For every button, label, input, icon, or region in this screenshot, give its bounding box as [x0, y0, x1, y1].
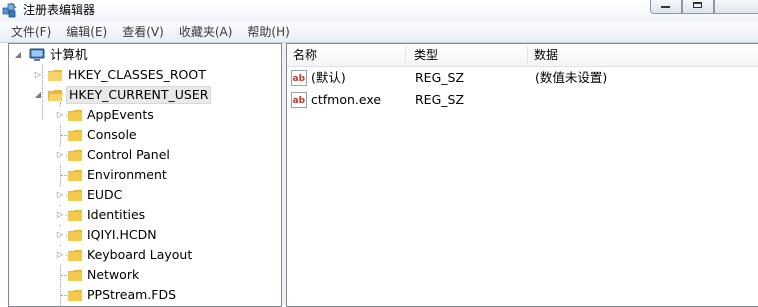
tree-node-child[interactable]: ▷ AppEvents	[9, 106, 279, 124]
expand-arrow-icon[interactable]: ▷	[55, 186, 65, 204]
close-button[interactable]	[714, 0, 758, 14]
menu-edit[interactable]: 编辑(E)	[57, 22, 113, 42]
value-list[interactable]: 名称 类型 数据 ab (默认) REG_SZ (数值未设置) ab ctfmo…	[286, 43, 758, 307]
svg-text:ab: ab	[293, 96, 306, 106]
value-data: (数值未设置)	[535, 70, 608, 85]
tree-node-label: HKEY_CURRENT_USER	[66, 86, 212, 104]
column-header-type[interactable]: 类型	[408, 44, 526, 66]
folder-icon	[68, 110, 82, 121]
folder-open-icon	[48, 90, 63, 101]
tree-node-computer[interactable]: ◢ 计算机	[9, 46, 279, 64]
expand-arrow-icon[interactable]: ▷	[55, 206, 65, 224]
column-header-name[interactable]: 名称	[287, 44, 405, 66]
tree-node-child[interactable]: Console	[9, 126, 279, 144]
value-type: REG_SZ	[415, 92, 465, 107]
folder-icon	[68, 290, 82, 301]
computer-icon	[29, 48, 45, 61]
tree-node-label: Identities	[87, 207, 146, 222]
tree-node-label: PPStream.FDS	[87, 287, 177, 302]
value-name: ctfmon.exe	[311, 92, 382, 107]
tree-node-label: 计算机	[50, 47, 88, 62]
minimize-button[interactable]	[650, 0, 682, 14]
tree-node-label: Network	[87, 267, 140, 282]
tree-node-child[interactable]: Environment	[9, 166, 279, 184]
menu-bar: 文件(F) 编辑(E) 查看(V) 收藏夹(A) 帮助(H)	[0, 22, 758, 43]
maximize-icon	[693, 2, 702, 8]
folder-icon	[68, 230, 82, 241]
folder-icon	[68, 210, 82, 221]
expand-arrow-icon[interactable]: ▷	[55, 246, 65, 264]
svg-text:ab: ab	[293, 74, 306, 84]
folder-icon	[68, 270, 82, 281]
tree-node-child[interactable]: ▷ IQIYI.HCDN	[9, 226, 279, 244]
expand-arrow-icon[interactable]: ▷	[33, 66, 43, 84]
window-title: 注册表编辑器	[23, 3, 96, 17]
folder-icon	[68, 150, 82, 161]
folder-icon	[48, 70, 62, 81]
list-row[interactable]: ab (默认) REG_SZ (数值未设置)	[287, 68, 758, 88]
list-row[interactable]: ab ctfmon.exe REG_SZ	[287, 90, 758, 110]
expand-arrow-icon[interactable]: ▷	[55, 106, 65, 124]
folder-icon	[68, 130, 82, 141]
value-type: REG_SZ	[415, 70, 465, 85]
registry-tree[interactable]: ◢ 计算机 ▷ HKEY_CLASSES_ROOT ◢ HKEY_CURRENT…	[8, 43, 282, 307]
title-bar: 注册表编辑器	[0, 0, 758, 22]
folder-icon	[68, 170, 82, 181]
menu-help[interactable]: 帮助(H)	[238, 22, 295, 42]
tree-node-child[interactable]: ▷ Identities	[9, 206, 279, 224]
tree-node-child[interactable]: ▷ EUDC	[9, 186, 279, 204]
tree-node-label: AppEvents	[87, 107, 154, 122]
column-header-data[interactable]: 数据	[528, 44, 734, 66]
tree-node-label: EUDC	[87, 187, 123, 202]
tree-node-hkey-classes-root[interactable]: ▷ HKEY_CLASSES_ROOT	[9, 66, 279, 84]
tree-node-label: IQIYI.HCDN	[87, 227, 157, 242]
expand-arrow-icon[interactable]: ▷	[55, 226, 65, 244]
value-name: (默认)	[311, 70, 346, 85]
tree-node-label: Console	[87, 127, 137, 142]
string-value-icon: ab	[291, 92, 307, 108]
tree-node-label: Keyboard Layout	[87, 247, 193, 262]
string-value-icon: ab	[291, 70, 307, 86]
tree-node-child[interactable]: ▷ Keyboard Layout	[9, 246, 279, 264]
tree-node-label: Environment	[87, 167, 167, 182]
expand-arrow-icon[interactable]: ▷	[55, 146, 65, 164]
collapse-arrow-icon[interactable]: ◢	[13, 46, 23, 64]
folder-icon	[68, 190, 82, 201]
menu-favorites[interactable]: 收藏夹(A)	[170, 22, 239, 42]
tree-node-child[interactable]: PPStream.FDS	[9, 286, 279, 304]
maximize-button[interactable]	[682, 0, 714, 14]
column-separator[interactable]	[405, 46, 406, 64]
tree-node-label: HKEY_CLASSES_ROOT	[68, 67, 206, 82]
collapse-arrow-icon[interactable]: ◢	[33, 86, 43, 104]
list-header: 名称 类型 数据	[287, 44, 758, 67]
menu-file[interactable]: 文件(F)	[0, 22, 57, 42]
tree-node-child[interactable]: Network	[9, 266, 279, 284]
window-controls	[650, 0, 758, 14]
folder-icon	[68, 250, 82, 261]
regedit-icon	[2, 2, 17, 18]
menu-view[interactable]: 查看(V)	[113, 22, 170, 42]
minimize-icon	[661, 6, 670, 8]
tree-node-child[interactable]: ▷ Control Panel	[9, 146, 279, 164]
tree-node-hkey-current-user[interactable]: ◢ HKEY_CURRENT_USER	[9, 86, 279, 104]
tree-node-label: Control Panel	[87, 147, 170, 162]
